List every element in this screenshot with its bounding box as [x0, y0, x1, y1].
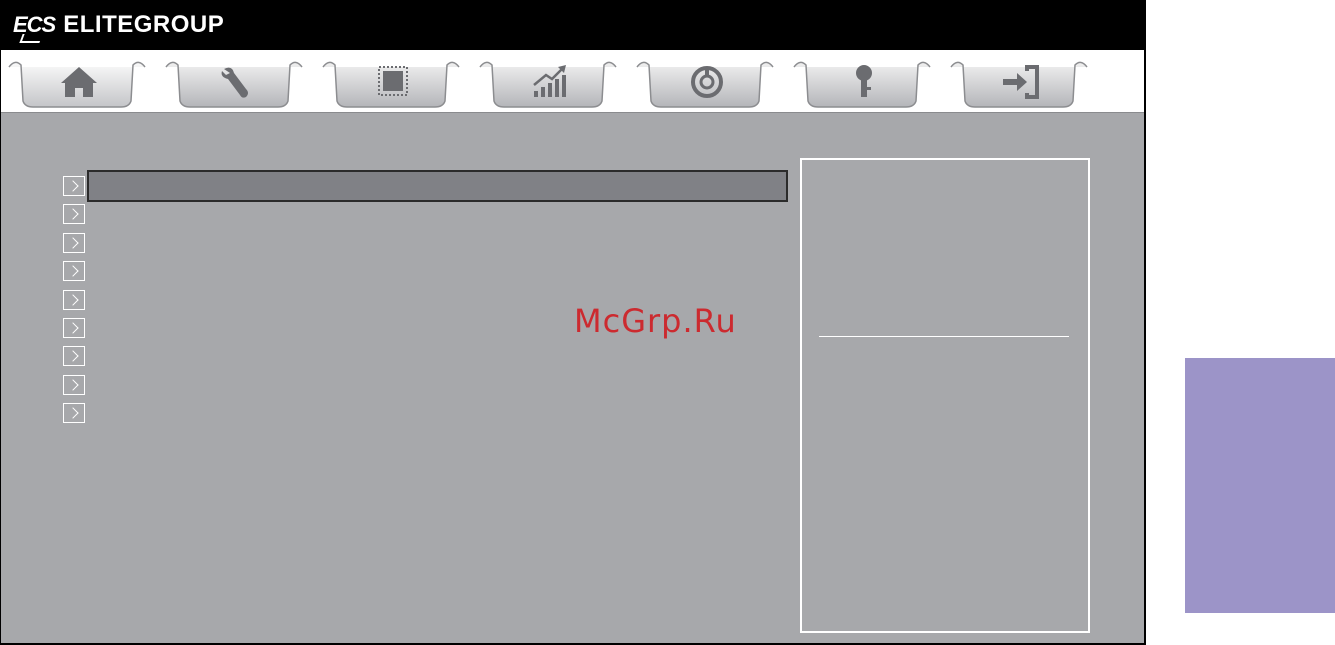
brand-name: ELITEGROUP	[63, 11, 225, 38]
menu-item[interactable]	[63, 397, 793, 425]
key-icon	[856, 65, 872, 97]
brand: ECS ELITEGROUP	[13, 9, 224, 41]
exit-icon	[1003, 65, 1039, 99]
ecs-logo: ECS	[13, 12, 56, 37]
menu-list	[63, 170, 793, 426]
menu-item-label	[87, 198, 788, 230]
home-icon	[61, 67, 97, 97]
tab-main[interactable]	[7, 53, 147, 109]
bios-window: ECS ELITEGROUP McGrp.Ru	[0, 0, 1146, 645]
title-bar: ECS ELITEGROUP	[1, 0, 1144, 50]
watermark: McGrp.Ru	[574, 302, 737, 340]
tab-chipset[interactable]	[321, 53, 461, 109]
chevron-right-icon	[63, 204, 85, 225]
side-tab-block	[1185, 358, 1335, 613]
chevron-right-icon	[63, 176, 85, 196]
tab-advanced[interactable]	[164, 53, 304, 109]
menu-item-label	[87, 340, 788, 372]
tab-security[interactable]	[792, 53, 932, 109]
chevron-right-icon	[63, 289, 85, 310]
chart-icon	[533, 65, 566, 97]
menu-item-label	[87, 369, 788, 401]
tab-power[interactable]	[635, 53, 775, 109]
menu-item[interactable]	[63, 198, 793, 226]
help-panel	[800, 158, 1090, 633]
menu-item[interactable]	[63, 340, 793, 368]
chevron-right-icon	[63, 346, 85, 367]
wrench-icon	[221, 67, 248, 98]
chevron-right-icon	[63, 261, 85, 282]
menu-item[interactable]	[63, 369, 793, 397]
menu-item[interactable]	[63, 255, 793, 283]
tab-strip	[1, 50, 1144, 113]
menu-item-label	[87, 170, 788, 202]
menu-item[interactable]	[63, 227, 793, 255]
menu-item-label	[87, 227, 788, 259]
help-divider	[819, 336, 1069, 337]
menu-item-label	[87, 255, 788, 287]
tab-exit[interactable]	[949, 53, 1089, 109]
menu-item[interactable]	[63, 170, 793, 202]
tab-performance[interactable]	[478, 53, 618, 109]
chevron-right-icon	[63, 232, 85, 253]
menu-item-label	[87, 397, 788, 429]
chevron-right-icon	[63, 374, 85, 395]
chip-icon	[378, 66, 408, 96]
power-icon	[691, 66, 723, 98]
chevron-right-icon	[63, 317, 85, 338]
chevron-right-icon	[63, 403, 85, 424]
